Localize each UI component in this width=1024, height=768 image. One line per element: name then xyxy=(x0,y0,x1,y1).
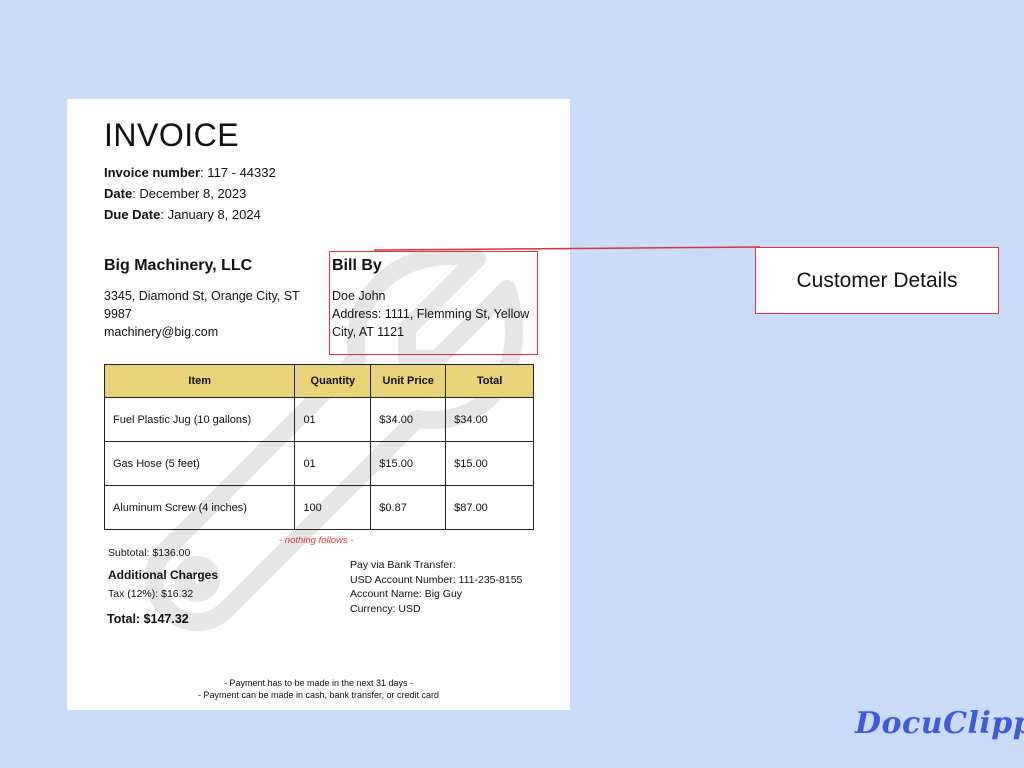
invoice-document: INVOICE Invoice number: 117 - 44332 Date… xyxy=(67,99,570,710)
footer-note-1: - Payment has to be made in the next 31 … xyxy=(223,678,414,688)
tax: Tax (12%): $16.32 xyxy=(108,588,194,600)
subtotal: Subtotal: $136.00 xyxy=(108,547,191,559)
cell-quantity: 01 xyxy=(294,397,372,442)
table-header-row: Item Quantity Unit Price Total xyxy=(103,364,534,398)
payment-details: Pay via Bank Transfer: USD Account Numbe… xyxy=(350,558,522,616)
header-unit-price: Unit Price xyxy=(370,364,447,398)
additional-charges-heading: Additional Charges xyxy=(108,568,219,582)
cell-unit-price: $0.87 xyxy=(370,485,447,530)
cell-total: $34.00 xyxy=(445,397,534,442)
docuclipper-logo: DocuClipper xyxy=(855,706,1024,741)
cell-item: Gas Hose (5 feet) xyxy=(103,441,296,486)
cell-total: $15.00 xyxy=(445,441,534,486)
cell-item: Aluminum Screw (4 inches) xyxy=(103,485,296,530)
header-total: Total xyxy=(445,364,534,398)
items-table: Item Quantity Unit Price Total Fuel Plas… xyxy=(103,364,534,530)
nothing-follows-note: - nothing follows - xyxy=(279,535,354,546)
cell-total: $87.00 xyxy=(445,485,534,530)
table-row: Aluminum Screw (4 inches) 100 $0.87 $87.… xyxy=(103,485,534,530)
payment-method: Pay via Bank Transfer: xyxy=(350,559,456,571)
seller-email: machinery@big.com xyxy=(104,325,219,339)
cell-quantity: 100 xyxy=(294,485,372,530)
seller-name: Big Machinery, LLC xyxy=(104,257,253,274)
table-row: Gas Hose (5 feet) 01 $15.00 $15.00 xyxy=(103,441,534,486)
header-item: Item xyxy=(103,364,296,398)
currency: Currency: USD xyxy=(350,602,421,615)
invoice-number: Invoice number: 117 - 44332 xyxy=(104,165,276,180)
account-number: USD Account Number: 111-235-8155 xyxy=(350,573,523,586)
customer-details-callout: Customer Details xyxy=(755,247,999,314)
seller-address: 3345, Diamond St, Orange City, ST 9987 xyxy=(104,289,300,321)
seller-details: 3345, Diamond St, Orange City, ST 9987 m… xyxy=(104,287,304,341)
cell-unit-price: $34.00 xyxy=(370,397,447,442)
footer-note-2: - Payment can be made in cash, bank tran… xyxy=(197,690,440,700)
callout-label: Customer Details xyxy=(796,268,958,292)
table-row: Fuel Plastic Jug (10 gallons) 01 $34.00 … xyxy=(103,397,534,442)
invoice-title: INVOICE xyxy=(104,117,240,153)
cell-unit-price: $15.00 xyxy=(370,441,447,486)
header-quantity: Quantity xyxy=(294,364,372,398)
cell-quantity: 01 xyxy=(294,441,372,486)
invoice-date: Date: December 8, 2023 xyxy=(104,186,247,201)
total: Total: $147.32 xyxy=(107,612,189,626)
cell-item: Fuel Plastic Jug (10 gallons) xyxy=(103,397,296,442)
invoice-footer: - Payment has to be made in the next 31 … xyxy=(67,677,570,701)
customer-details-highlight xyxy=(329,251,538,355)
invoice-due-date: Due Date: January 8, 2024 xyxy=(104,207,261,222)
account-name: Account Name: Big Guy xyxy=(350,588,463,600)
